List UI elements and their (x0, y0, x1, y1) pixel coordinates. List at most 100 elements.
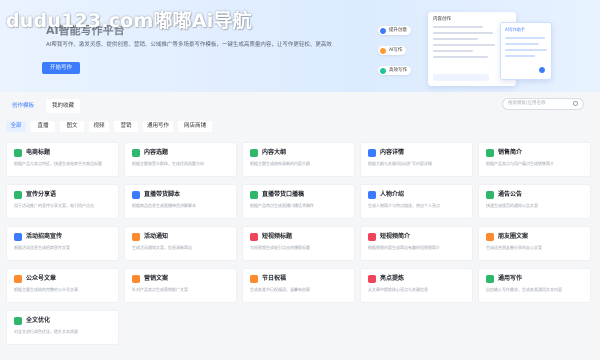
template-card-description: 根据主题和受众群体，生成优质选题方向 (132, 161, 204, 166)
template-card[interactable]: 通告公告快速生成规范的通知公告文案 (478, 184, 591, 219)
template-card-title: 公众号文章 (26, 275, 57, 282)
template-card-title: 直播带货口播稿 (262, 191, 305, 198)
template-card-description: 根据产品卖点与用户痛点生成销售简介 (486, 161, 554, 166)
template-card-description: 自由输入写作需求，生成各类通用文本内容 (486, 287, 562, 292)
template-card-description: 根据视频内容生成简洁有趣的短视频简介 (368, 245, 440, 250)
cursor-icon (539, 67, 545, 73)
template-card-title: 通告公告 (498, 191, 523, 198)
template-card-title: 朋友圈文案 (498, 233, 529, 240)
search-icon[interactable] (573, 101, 578, 106)
template-card-description: 根据大纲与关键词自动扩写内容详情 (368, 161, 432, 166)
template-card-title: 内容大纲 (262, 149, 287, 156)
template-card[interactable]: 人物介绍生成人物简介与特点描述，突出个人亮点 (360, 184, 473, 219)
template-card[interactable]: 活动招商宣传 根据活动信息生成招商宣传文案 (6, 226, 119, 261)
promotion-icon (14, 233, 22, 241)
template-card[interactable]: 内容详情 根据大纲与关键词自动扩写内容详情 (360, 142, 473, 177)
share-icon (14, 191, 22, 199)
start-writing-button[interactable]: 开始写作 (42, 62, 80, 74)
template-card-title: 短视频标题 (262, 233, 293, 240)
optimize-icon (14, 317, 22, 325)
template-card-description: 生成各类节日祝福语，温馨有创意 (250, 287, 310, 292)
video-intro-icon (368, 233, 376, 241)
template-card[interactable]: 亮点提炼 从文章中提炼核心亮点与关键信息 (360, 268, 473, 303)
chip-general-writing[interactable]: 通用写作 (143, 121, 173, 132)
template-card[interactable]: 朋友圈文案生成适合朋友圈分享的走心文案 (478, 226, 591, 261)
template-card[interactable]: 宣传分享语用于活动推广的宣传分享文案，吸引用户点击 (6, 184, 119, 219)
template-card-description: 为短视频生成吸引点击的爆款标题 (250, 245, 310, 250)
template-card[interactable]: 电商标题根据产品与卖点特征，快速生成电商平台商品标题 (6, 142, 119, 177)
chip-video[interactable]: 视频 (89, 121, 109, 132)
tab-templates[interactable]: 创作模板 (6, 99, 40, 113)
template-card-description: 根据主题生成结构清晰的内容大纲 (250, 161, 310, 166)
template-card[interactable]: 直播带货口播稿 根据产品特点生成直播口播话术稿件 (242, 184, 355, 219)
template-card-title: 直播带货脚本 (144, 191, 181, 198)
template-card-description: 根据产品与卖点特征，快速生成电商平台商品标题 (14, 161, 102, 166)
template-card-description: 对全文进行润色优化，提升文本质量 (14, 329, 78, 334)
template-card-title: 人物介绍 (380, 191, 405, 198)
chip-marketing[interactable]: 营销 (114, 121, 138, 132)
person-icon (368, 191, 376, 199)
illustration-pill: AI写作 (378, 46, 407, 55)
template-card[interactable]: 短视频简介根据视频内容生成简洁有趣的短视频简介 (360, 226, 473, 261)
chip-all[interactable]: 全部 (6, 121, 26, 132)
template-card[interactable]: 公众号文章 根据主题生成结构完整的公众号文章 (6, 268, 119, 303)
tab-favorites[interactable]: 我的收藏 (46, 99, 80, 113)
location-pin-icon (132, 149, 140, 157)
festival-icon (250, 275, 258, 283)
template-card-title: 通用写作 (498, 275, 523, 282)
bell-icon (132, 233, 140, 241)
search-input[interactable]: 搜索模板/应用名称 (502, 98, 584, 110)
sparkle-icon (380, 47, 386, 54)
template-card-title: 电商标题 (26, 149, 51, 156)
highlight-icon (368, 275, 376, 283)
chat-window-title: AI写作助手 (505, 27, 525, 32)
template-card[interactable]: 营销文案针对产品卖点生成营销推广文案 (124, 268, 237, 303)
speech-icon (250, 191, 258, 199)
search-placeholder: 搜索模板/应用名称 (508, 101, 546, 106)
editor-window-title: 内容创作 (433, 17, 451, 22)
video-title-icon (250, 233, 258, 241)
pen-icon (486, 275, 494, 283)
template-card-description: 从文章中提炼核心亮点与关键信息 (368, 287, 428, 292)
template-card[interactable]: 销售简介根据产品卖点与用户痛点生成销售简介 (478, 142, 591, 177)
document-icon (14, 149, 22, 157)
template-card[interactable]: 全文优化对全文进行润色优化，提升文本质量 (6, 310, 119, 345)
chip-image-text[interactable]: 图文 (60, 121, 84, 132)
template-card[interactable]: 直播带货脚本根据商品信息生成直播带货讲解脚本 (124, 184, 237, 219)
marketing-icon (132, 275, 140, 283)
chip-live[interactable]: 直播 (31, 121, 55, 132)
template-card-title: 销售简介 (498, 149, 523, 156)
banner-illustration: 提升创意 AI写作 高效写作 内容创作 AI写作助手 (360, 8, 570, 88)
article-icon (14, 275, 22, 283)
illustration-pill: 高效写作 (378, 66, 411, 75)
template-card-title: 全文优化 (26, 317, 51, 324)
template-card[interactable]: 活动通知生成活动通知文案，信息清晰简洁 (124, 226, 237, 261)
site-watermark: dudu123.com嘟嘟Ai导航 (6, 10, 252, 32)
template-card-description: 生成适合朋友圈分享的走心文案 (486, 245, 542, 250)
outline-icon (250, 149, 258, 157)
template-card-title: 短视频简介 (380, 233, 411, 240)
template-card-description: 快速生成规范的通知公告文案 (486, 203, 538, 208)
rocket-icon (380, 67, 386, 74)
illustration-pill: 提升创意 (378, 26, 411, 35)
template-card[interactable]: 短视频标题为短视频生成吸引点击的爆款标题 (242, 226, 355, 261)
template-card-title: 活动招商宣传 (26, 233, 63, 240)
chip-shop[interactable]: 网店商铺 (178, 121, 212, 132)
template-card-description: 生成人物简介与特点描述，突出个人亮点 (368, 203, 440, 208)
template-card-title: 宣传分享语 (26, 191, 57, 198)
template-card-title: 营销文案 (144, 275, 169, 282)
template-card[interactable]: 节日祝福生成各类节日祝福语，温馨有创意 (242, 268, 355, 303)
template-card[interactable]: 通用写作自由输入写作需求，生成各类通用文本内容 (478, 268, 591, 303)
detail-icon (368, 149, 376, 157)
illustration-chat-window: AI写作助手 (500, 22, 552, 80)
template-card-title: 节日祝福 (262, 275, 287, 282)
script-icon (132, 191, 140, 199)
template-card-description: 用于活动推广的宣传分享文案，吸引用户点击 (14, 203, 94, 208)
template-card[interactable]: 内容选题 根据主题和受众群体，生成优质选题方向 (124, 142, 237, 177)
template-card-description: 根据商品信息生成直播带货讲解脚本 (132, 203, 196, 208)
template-card-description: 针对产品卖点生成营销推广文案 (132, 287, 188, 292)
template-card[interactable]: 内容大纲根据主题生成结构清晰的内容大纲 (242, 142, 355, 177)
sales-icon (486, 149, 494, 157)
template-card-description: 生成活动通知文案，信息清晰简洁 (132, 245, 192, 250)
template-card-title: 活动通知 (144, 233, 169, 240)
